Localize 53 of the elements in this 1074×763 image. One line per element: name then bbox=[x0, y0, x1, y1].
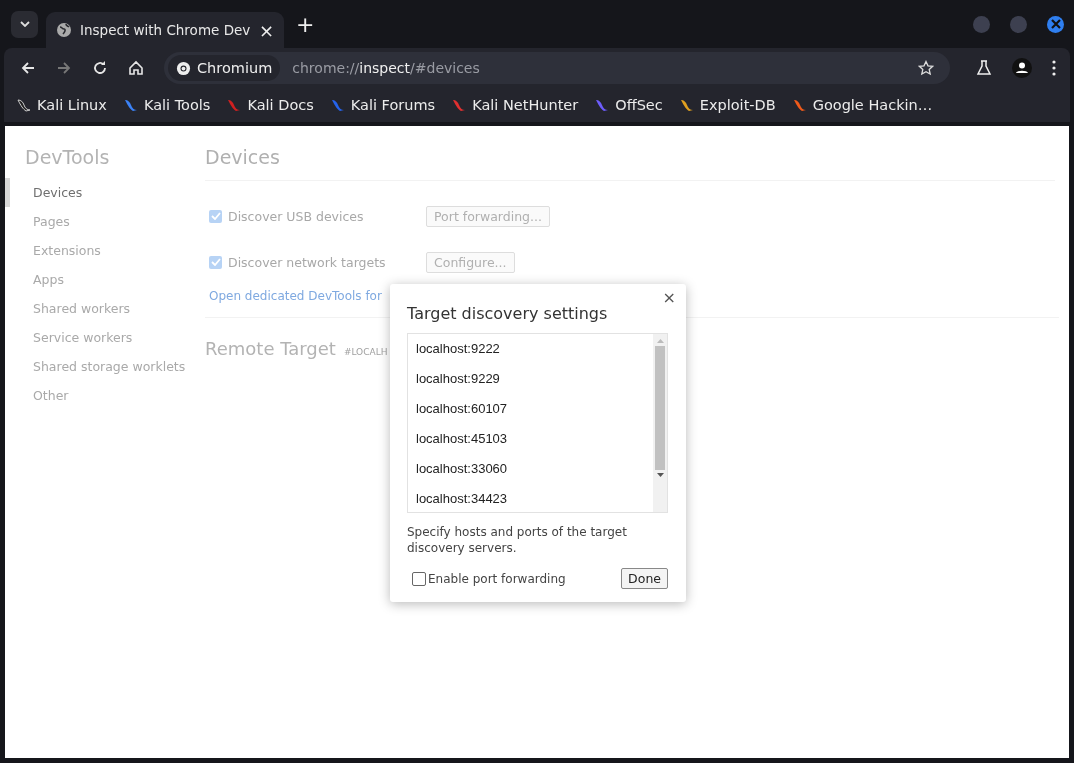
host-entry[interactable]: localhost:33060 bbox=[408, 454, 653, 484]
chevron-down-icon bbox=[19, 21, 30, 27]
host-entry[interactable]: localhost:45103 bbox=[408, 424, 653, 454]
site-chip[interactable]: Chromium bbox=[168, 55, 281, 81]
done-button[interactable]: Done bbox=[621, 568, 668, 589]
new-tab-button[interactable]: + bbox=[296, 11, 315, 37]
home-icon[interactable] bbox=[128, 60, 144, 76]
forward-icon[interactable] bbox=[56, 60, 72, 76]
hint-text: Specify hosts and ports of the target discovery servers. bbox=[407, 524, 628, 556]
bookmark[interactable]: Kali Tools bbox=[122, 97, 211, 113]
menu-icon[interactable] bbox=[1052, 60, 1056, 76]
close-button[interactable]: × bbox=[662, 288, 676, 307]
site-icon bbox=[16, 97, 32, 113]
bookmark[interactable]: OffSec bbox=[594, 97, 663, 113]
sidebar-title: DevTools bbox=[24, 146, 111, 168]
dialog-title: Target discovery settings bbox=[407, 304, 609, 323]
close-window-button[interactable] bbox=[1047, 15, 1064, 33]
bookmark[interactable]: Kali Linux bbox=[16, 97, 107, 113]
star-icon[interactable] bbox=[918, 60, 934, 76]
host-entry[interactable]: localhost:9229 bbox=[408, 364, 653, 394]
close-icon bbox=[1050, 19, 1061, 29]
bookmark[interactable]: Kali Docs bbox=[226, 97, 314, 113]
checkbox-label: Enable port forwarding bbox=[428, 571, 566, 586]
bookmark[interactable]: Google Hackin… bbox=[791, 97, 933, 113]
flask-icon[interactable] bbox=[976, 60, 992, 76]
checkbox[interactable] bbox=[412, 571, 426, 586]
globe-icon bbox=[56, 22, 72, 38]
browser-tab[interactable]: Inspect with Chrome Dev × bbox=[46, 12, 284, 48]
scrollbar[interactable] bbox=[653, 334, 667, 512]
checkbox[interactable] bbox=[209, 255, 222, 269]
option-label: Discover USB devices bbox=[228, 208, 365, 224]
url-text: chrome://inspect/#devices bbox=[292, 60, 480, 76]
section-title: Devices bbox=[205, 146, 1055, 181]
bookmark[interactable]: Kali Forums bbox=[329, 97, 436, 113]
option-label: Discover network targets bbox=[228, 254, 387, 270]
tab-list-button[interactable] bbox=[11, 10, 38, 38]
close-tab-button[interactable]: × bbox=[258, 19, 274, 41]
scroll-down-icon[interactable] bbox=[656, 473, 664, 477]
bookmark[interactable]: Kali NetHunter bbox=[451, 97, 579, 113]
chromium-icon bbox=[176, 60, 191, 76]
target-address: #LOCALH bbox=[343, 347, 388, 357]
reload-icon[interactable] bbox=[92, 60, 108, 76]
host-entry[interactable]: localhost:9222 bbox=[408, 334, 653, 364]
checkbox[interactable] bbox=[209, 209, 222, 223]
bookmark[interactable]: Exploit-DB bbox=[678, 97, 776, 113]
host-entry[interactable]: localhost:34423 bbox=[408, 484, 653, 514]
tab-title: Inspect with Chrome Dev bbox=[80, 22, 251, 38]
host-entry[interactable]: localhost:60107 bbox=[408, 394, 653, 424]
section-title: Remote Target bbox=[205, 338, 336, 359]
back-icon[interactable] bbox=[20, 60, 36, 76]
address-bar[interactable]: Chromium chrome://inspect/#devices bbox=[164, 52, 950, 84]
profile-icon[interactable] bbox=[1012, 58, 1032, 78]
sidebar-item[interactable]: Devices bbox=[5, 178, 205, 207]
